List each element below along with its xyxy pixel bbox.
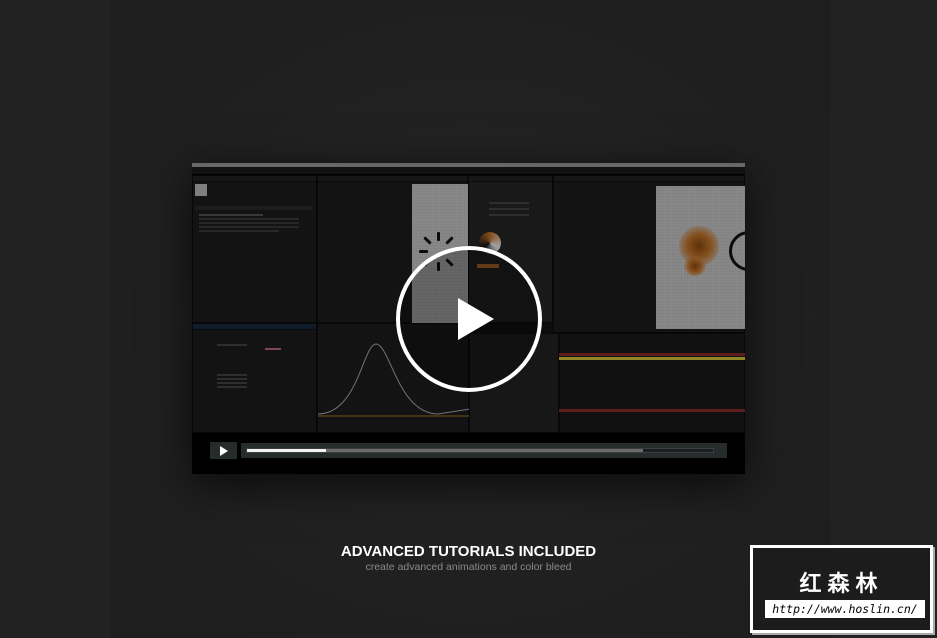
progress-bar[interactable] [241,443,727,458]
watermark-title: 红森林 [799,571,884,596]
big-play-button[interactable] [396,246,542,392]
progress-played [247,449,327,452]
video-player[interactable] [192,163,745,474]
watermark: 红森林 http://www.hoslin.cn/ [750,545,933,633]
play-button[interactable] [210,442,237,459]
play-icon [458,298,494,340]
watermark-url: http://www.hoslin.cn/ [765,600,925,618]
play-icon [220,446,228,456]
progress-track[interactable] [246,448,714,453]
video-controls [192,433,745,474]
